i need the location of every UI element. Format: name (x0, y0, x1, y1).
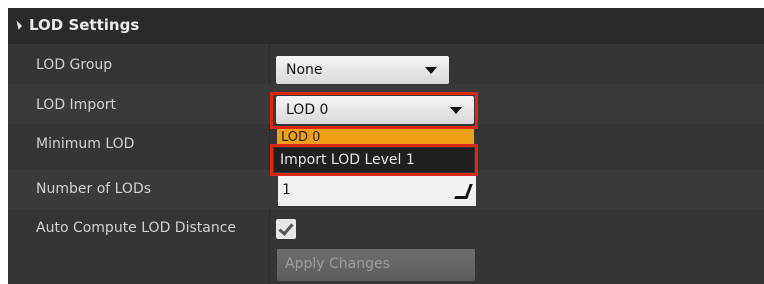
chevron-down-icon (425, 67, 437, 74)
details-panel: LOD Settings LOD Group LOD Import Minimu… (8, 8, 764, 284)
number-of-lods-input[interactable]: 1 (278, 176, 476, 206)
highlight-box-import-option (270, 144, 478, 176)
auto-compute-checkbox[interactable] (276, 219, 296, 239)
number-of-lods-value: 1 (282, 182, 291, 198)
checkmark-icon (278, 220, 294, 236)
lod-import-label: LOD Import (36, 97, 117, 113)
auto-compute-label: Auto Compute LOD Distance (36, 220, 237, 236)
section-title: LOD Settings (29, 16, 140, 34)
highlight-box-lod-import (270, 92, 478, 129)
minimum-lod-label: Minimum LOD (36, 136, 135, 152)
lod-group-value: None (286, 62, 323, 78)
lod-group-label: LOD Group (36, 57, 113, 73)
collapse-triangle-icon[interactable] (12, 20, 23, 30)
apply-changes-button[interactable]: Apply Changes (277, 249, 475, 281)
lod-settings-header[interactable]: LOD Settings (8, 8, 764, 44)
lod-group-dropdown[interactable]: None (276, 56, 449, 84)
spin-handle-icon[interactable] (454, 184, 473, 199)
row-auto-compute: Auto Compute LOD Distance (8, 210, 764, 250)
number-of-lods-label: Number of LODs (36, 181, 152, 197)
